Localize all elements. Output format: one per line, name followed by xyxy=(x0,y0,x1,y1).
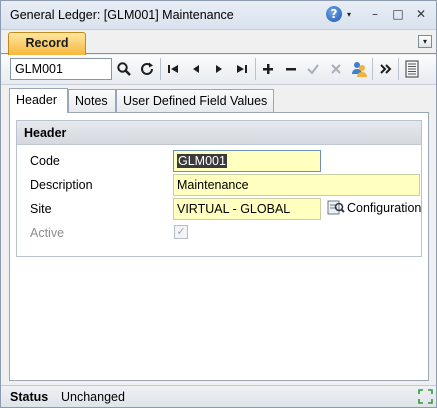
toolbar-separator xyxy=(160,58,161,80)
refresh-button[interactable] xyxy=(137,59,157,79)
users-icon xyxy=(352,62,367,77)
header-group: Header Code GLM001 Description Maintenan… xyxy=(16,120,422,257)
status-bar: Status Unchanged xyxy=(1,385,436,407)
window-title: General Ledger: [GLM001] Maintenance xyxy=(10,8,234,22)
first-record-button[interactable] xyxy=(163,59,183,79)
expand-icon[interactable] xyxy=(418,389,433,404)
last-record-icon xyxy=(237,65,247,73)
restore-button[interactable]: □ xyxy=(389,6,407,22)
code-label: Code xyxy=(30,154,60,168)
toolbar-separator xyxy=(255,58,256,80)
header-group-title: Header xyxy=(17,121,421,145)
configuration-icon[interactable] xyxy=(327,198,345,216)
users-button[interactable] xyxy=(349,59,369,79)
ribbon: Record ▾ xyxy=(1,30,436,55)
title-bar-controls: ? ▾ – □ ✕ xyxy=(325,6,430,22)
status-value: Unchanged xyxy=(61,390,125,404)
remove-button[interactable] xyxy=(281,59,301,79)
ribbon-tab-record[interactable]: Record xyxy=(8,32,86,55)
toolbar-separator xyxy=(398,58,399,80)
configuration-label[interactable]: Configuration xyxy=(347,201,423,215)
previous-record-button[interactable] xyxy=(186,59,206,79)
close-button[interactable]: ✕ xyxy=(412,6,430,22)
add-button[interactable] xyxy=(258,59,278,79)
configuration-lookup-icon xyxy=(327,200,345,215)
description-label: Description xyxy=(30,178,93,192)
search-input[interactable]: GLM001 xyxy=(10,58,112,80)
document-view-button[interactable] xyxy=(402,59,422,79)
add-icon xyxy=(263,64,273,74)
site-field[interactable]: VIRTUAL - GLOBAL xyxy=(173,198,321,220)
help-icon[interactable]: ? xyxy=(325,6,342,22)
window: General Ledger: [GLM001] Maintenance ? ▾… xyxy=(0,0,437,408)
refresh-icon xyxy=(141,62,153,75)
tab-strip: Header Notes User Defined Field Values xyxy=(9,88,429,113)
save-button[interactable] xyxy=(303,59,323,79)
first-record-icon xyxy=(168,65,178,73)
check-icon xyxy=(307,64,319,75)
title-bar: General Ledger: [GLM001] Maintenance ? ▾… xyxy=(1,1,436,30)
toolbar: GLM001 xyxy=(1,55,436,85)
remove-icon xyxy=(286,68,296,71)
minimize-button[interactable]: – xyxy=(366,6,384,22)
previous-icon xyxy=(193,65,199,73)
description-field[interactable]: Maintenance xyxy=(173,174,420,196)
active-label: Active xyxy=(30,226,65,240)
code-value: GLM001 xyxy=(177,154,227,168)
tab-content: Header Code GLM001 Description Maintenan… xyxy=(9,112,429,381)
next-icon xyxy=(216,65,222,73)
document-icon xyxy=(405,60,419,78)
more-button[interactable] xyxy=(376,59,396,79)
active-checkbox[interactable]: ✓ xyxy=(174,225,188,239)
status-label: Status xyxy=(10,390,49,404)
search-button[interactable] xyxy=(114,59,134,79)
code-field[interactable]: GLM001 xyxy=(173,150,321,172)
cancel-button[interactable] xyxy=(326,59,346,79)
ribbon-collapse-icon[interactable]: ▾ xyxy=(418,35,432,48)
help-menu-caret-icon[interactable]: ▾ xyxy=(347,10,351,19)
tab-user-defined-field-values[interactable]: User Defined Field Values xyxy=(116,89,274,112)
last-record-button[interactable] xyxy=(232,59,252,79)
resize-grip-icon xyxy=(418,389,433,404)
double-chevron-right-icon xyxy=(380,64,392,74)
cancel-icon xyxy=(331,64,341,74)
tab-header[interactable]: Header xyxy=(9,88,68,113)
toolbar-separator xyxy=(372,58,373,80)
site-label: Site xyxy=(30,202,52,216)
tab-notes[interactable]: Notes xyxy=(68,89,116,112)
next-record-button[interactable] xyxy=(209,59,229,79)
search-icon xyxy=(117,62,131,76)
